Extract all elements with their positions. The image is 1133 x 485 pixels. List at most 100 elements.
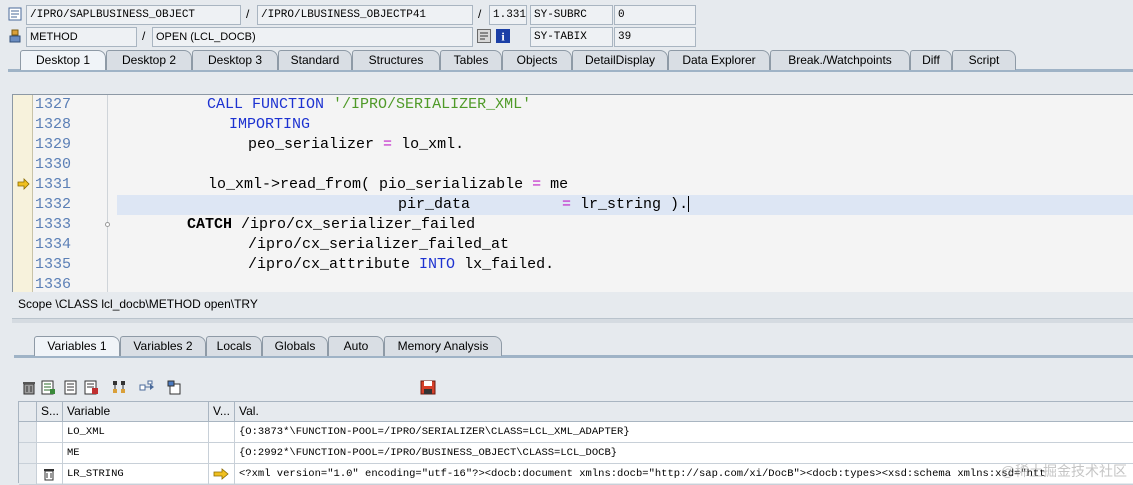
code-token: me	[550, 176, 569, 193]
tab-break-watchpoints[interactable]: Break./Watchpoints	[770, 50, 910, 70]
sy-subrc-label: SY-SUBRC	[530, 5, 613, 25]
tab-structures[interactable]: Structures	[352, 50, 440, 70]
code-operator: =	[562, 196, 572, 213]
code-token: lo_xml.	[401, 136, 465, 153]
code-keyword: IMPORTING	[229, 116, 311, 133]
event-name-field[interactable]: OPEN (LCL_DOCB)	[152, 27, 473, 47]
table-cell-value[interactable]: {O:2992*\FUNCTION-POOL=/IPRO/BUSINESS_OB…	[235, 443, 1133, 464]
code-token: /ipro/cx_serializer_failed	[241, 216, 476, 233]
method-icon	[8, 29, 22, 43]
watermark: @稀土掘金技术社区	[1000, 463, 1127, 479]
table-cell-v[interactable]	[209, 464, 235, 485]
row-selector-header[interactable]	[19, 402, 37, 422]
scope-indicator: Scope \CLASS lcl_docb\METHOD open\TRY	[12, 293, 1133, 315]
line-field[interactable]: 1.331	[489, 5, 527, 25]
pane-splitter[interactable]	[12, 318, 1133, 323]
trash-icon[interactable]	[42, 467, 56, 484]
code-token: pir_data	[398, 196, 471, 213]
fold-marker-icon[interactable]	[105, 222, 110, 227]
sy-tabix-label: SY-TABIX	[530, 27, 613, 47]
tab-script[interactable]: Script	[952, 50, 1016, 70]
table-cell-v	[209, 422, 235, 443]
path-separator: /	[246, 7, 250, 21]
code-line-1327: CALL FUNCTION '/IPRO/SERIALIZER_XML'	[117, 95, 1132, 115]
tab-desktop-2[interactable]: Desktop 2	[106, 50, 192, 70]
table-cell-value[interactable]: {O:3873*\FUNCTION-POOL=/IPRO/SERIALIZER\…	[235, 422, 1133, 443]
tab-locals[interactable]: Locals	[206, 336, 262, 356]
text-cursor	[688, 196, 690, 213]
column-header-val[interactable]: Val.	[235, 402, 1133, 422]
line-number: 1335	[35, 256, 72, 273]
hierarchy-icon[interactable]	[111, 380, 127, 395]
tab-objects[interactable]: Objects	[502, 50, 572, 70]
code-token: /ipro/cx_serializer_failed_at	[248, 236, 510, 253]
delete-icon[interactable]	[21, 380, 37, 395]
tab-auto[interactable]: Auto	[328, 336, 384, 356]
save-icon[interactable]	[420, 380, 436, 395]
detail-icon[interactable]	[40, 380, 56, 395]
table-cell-s	[37, 422, 63, 443]
line-number: 1328	[35, 116, 72, 133]
tab-variables-2[interactable]: Variables 2	[120, 336, 206, 356]
table-cell-variable[interactable]: LO_XML	[63, 422, 209, 443]
table-cell-value[interactable]: <?xml version="1.0" encoding="utf-16"?><…	[235, 464, 1133, 485]
info-icon[interactable]: i	[496, 29, 510, 44]
line-separator: /	[478, 7, 482, 21]
program-field[interactable]: /IPRO/SAPLBUSINESS_OBJECT	[26, 5, 241, 25]
save-variant-icon[interactable]	[83, 380, 99, 395]
source-code-editor[interactable]: 1327 1328 1329 1330 1331 1332 1333 1334 …	[12, 94, 1133, 292]
code-line-1334: /ipro/cx_serializer_failed_at	[117, 235, 1132, 255]
row-selector[interactable]	[19, 464, 37, 485]
code-line-1331: lo_xml->read_from( pio_serializable = me	[117, 175, 1132, 195]
tab-detaildisplay[interactable]: DetailDisplay	[572, 50, 668, 70]
line-number: 1330	[35, 156, 72, 173]
column-header-variable[interactable]: Variable	[63, 402, 209, 422]
code-line-1332: pir_data = lr_string ).	[117, 195, 1132, 215]
line-number: 1336	[35, 276, 72, 292]
line-number: 1329	[35, 136, 72, 153]
tab-globals[interactable]: Globals	[262, 336, 328, 356]
code-keyword: CALL FUNCTION	[207, 96, 325, 113]
tab-tables[interactable]: Tables	[440, 50, 502, 70]
include-field[interactable]: /IPRO/LBUSINESS_OBJECTP41	[257, 5, 473, 25]
event-separator: /	[142, 29, 146, 43]
code-token: lx_failed.	[464, 256, 555, 273]
fold-line	[107, 95, 108, 292]
tab-diff[interactable]: Diff	[910, 50, 952, 70]
line-number: 1333	[35, 216, 72, 233]
table-cell-variable[interactable]: ME	[63, 443, 209, 464]
row-selector[interactable]	[19, 422, 37, 443]
code-keyword: CATCH	[187, 216, 233, 233]
table-cell-v	[209, 443, 235, 464]
tab-desktop-1[interactable]: Desktop 1	[20, 50, 106, 70]
sy-tabix-value[interactable]: 39	[614, 27, 696, 47]
move-icon[interactable]	[139, 380, 155, 395]
tab-standard[interactable]: Standard	[278, 50, 352, 70]
table-cell-s[interactable]	[37, 464, 63, 485]
event-type-field[interactable]: METHOD	[26, 27, 137, 47]
code-token: /ipro/cx_attribute	[248, 256, 411, 273]
tab-memory-analysis[interactable]: Memory Analysis	[384, 336, 502, 356]
tab-variables-1[interactable]: Variables 1	[34, 336, 120, 356]
line-number: 1334	[35, 236, 72, 253]
breakpoint-gutter[interactable]	[13, 95, 33, 292]
document-icon	[8, 7, 22, 21]
variables-table: S... Variable V... Val. LO_XML {O:3873*\…	[18, 401, 1133, 485]
column-header-s[interactable]: S...	[37, 402, 63, 422]
list-icon[interactable]	[63, 380, 79, 395]
code-operator: =	[383, 136, 393, 153]
column-header-v[interactable]: V...	[209, 402, 235, 422]
code-string: '/IPRO/SERIALIZER_XML'	[333, 96, 532, 113]
table-cell-variable[interactable]: LR_STRING	[63, 464, 209, 485]
tab-desktop-3[interactable]: Desktop 3	[192, 50, 278, 70]
navigate-icon[interactable]	[477, 29, 491, 43]
row-selector[interactable]	[19, 443, 37, 464]
line-number: 1332	[35, 196, 72, 213]
new-icon[interactable]	[167, 380, 183, 395]
sy-subrc-value[interactable]: 0	[614, 5, 696, 25]
tab-data-explorer[interactable]: Data Explorer	[668, 50, 770, 70]
code-operator: =	[532, 176, 542, 193]
line-number: 1327	[35, 96, 72, 113]
code-keyword: INTO	[419, 256, 456, 273]
arrow-right-icon[interactable]	[213, 468, 229, 484]
